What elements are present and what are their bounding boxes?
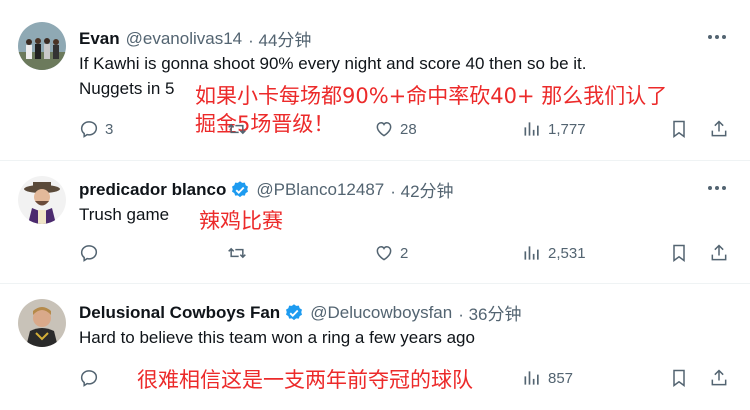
views-icon (524, 122, 539, 136)
bookmark-button[interactable] (669, 243, 689, 263)
more-icon[interactable] (706, 30, 728, 44)
views-icon (524, 371, 539, 385)
translation-overlay: 辣鸡比赛 (199, 207, 283, 235)
retweet-button[interactable] (227, 119, 247, 139)
retweet-icon (228, 123, 246, 135)
reply-button[interactable]: 3 (79, 119, 113, 139)
share-button[interactable] (709, 119, 729, 139)
avatar-predicador-blanco[interactable] (18, 176, 66, 224)
reply-button[interactable] (79, 243, 99, 263)
like-icon (376, 245, 392, 261)
tweet-actions: 3 28 1,777 (79, 119, 734, 141)
share-button[interactable] (709, 243, 729, 263)
bookmark-icon (673, 369, 685, 387)
views-button[interactable]: 1,777 (522, 119, 586, 139)
author-handle[interactable]: @PBlanco12487 (256, 180, 384, 200)
author-name[interactable]: predicador blanco (79, 180, 226, 200)
translation-line: 辣鸡比赛 (199, 209, 283, 233)
author-handle[interactable]: @Delucowboysfan (310, 303, 452, 323)
bookmark-button[interactable] (669, 368, 689, 388)
timestamp[interactable]: · 36分钟 (458, 300, 521, 325)
timestamp[interactable]: · 42分钟 (390, 177, 453, 202)
share-icon (711, 244, 727, 261)
share-button[interactable] (709, 368, 729, 388)
avatar-evan[interactable] (18, 22, 66, 70)
views-button[interactable]: 2,531 (522, 243, 586, 263)
tweet-header: Delusional Cowboys Fan @Delucowboysfan ·… (79, 300, 522, 325)
tweet-evan[interactable]: Evan @evanolivas14 · 44分钟 If Kawhi is go… (0, 0, 750, 160)
like-count: 28 (400, 120, 417, 138)
tweet-header: Evan @evanolivas14 · 44分钟 (79, 26, 311, 51)
tweet-text-line: If Kawhi is gonna shoot 90% every night … (79, 54, 587, 73)
author-name[interactable]: Delusional Cowboys Fan (79, 303, 280, 323)
tweet-actions: 2 2,531 (79, 243, 734, 265)
share-icon (711, 120, 727, 137)
verified-badge-icon[interactable] (284, 303, 304, 323)
like-icon (376, 121, 392, 137)
tweet-header: predicador blanco @PBlanco12487 · 42分钟 (79, 177, 454, 202)
views-count: 857 (548, 369, 574, 387)
share-icon (711, 369, 727, 386)
bookmark-button[interactable] (669, 119, 689, 139)
tweet-text-line: Trush game (79, 205, 170, 224)
tweet-text-line: Hard to believe this team won a ring a f… (79, 328, 475, 347)
tweet-text: Trush game (79, 202, 699, 227)
author-name[interactable]: Evan (79, 29, 120, 49)
retweet-button[interactable] (227, 243, 247, 263)
tweet-actions: 857 (79, 368, 734, 390)
views-count: 2,531 (548, 244, 586, 262)
reply-icon (80, 370, 98, 387)
views-button[interactable]: 857 (522, 368, 573, 388)
translation-line: 如果小卡每场都90%+命中率砍40+ 那么我们认了 (195, 84, 668, 108)
author-handle[interactable]: @evanolivas14 (126, 29, 243, 49)
reply-icon (80, 245, 98, 262)
verified-badge-icon[interactable] (230, 180, 250, 200)
tweet-delusional-cowboys-fan[interactable]: Delusional Cowboys Fan @Delucowboysfan ·… (0, 284, 750, 410)
views-icon (524, 246, 539, 260)
like-count: 2 (400, 244, 409, 262)
reply-count: 3 (105, 120, 114, 138)
reply-icon (80, 121, 98, 138)
bookmark-icon (673, 244, 685, 262)
avatar-delusional-cowboys-fan[interactable] (18, 299, 66, 347)
retweet-icon (228, 247, 246, 259)
more-icon[interactable] (706, 181, 728, 195)
reply-button[interactable] (79, 368, 99, 388)
bookmark-icon (673, 120, 685, 138)
tweet-predicador-blanco[interactable]: predicador blanco @PBlanco12487 · 42分钟 T… (0, 161, 750, 281)
timestamp[interactable]: · 44分钟 (248, 26, 311, 51)
like-button[interactable]: 2 (374, 243, 408, 263)
tweet-text: Hard to believe this team won a ring a f… (79, 325, 699, 350)
like-button[interactable]: 28 (374, 119, 417, 139)
views-count: 1,777 (548, 120, 586, 138)
